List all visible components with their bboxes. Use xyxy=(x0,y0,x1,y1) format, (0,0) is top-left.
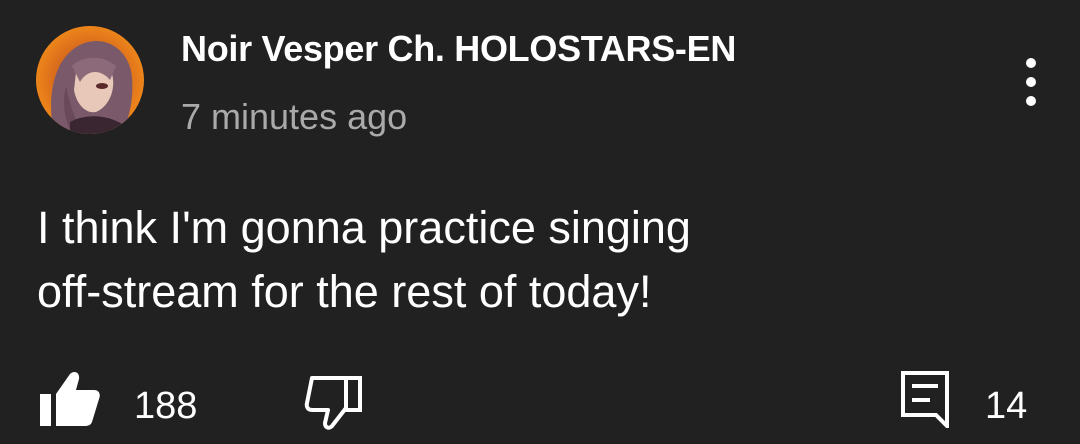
like-count: 188 xyxy=(134,385,198,427)
author-name[interactable]: Noir Vesper Ch. HOLOSTARS-EN xyxy=(181,28,736,70)
community-post: Noir Vesper Ch. HOLOSTARS-EN 7 minutes a… xyxy=(0,0,1080,444)
comment-icon[interactable] xyxy=(900,370,950,428)
channel-avatar[interactable] xyxy=(36,26,144,134)
thumbs-down-icon[interactable] xyxy=(304,374,366,430)
thumbs-up-icon[interactable] xyxy=(38,370,102,428)
post-text: I think I'm gonna practice singing off-s… xyxy=(37,202,691,317)
more-vertical-icon[interactable] xyxy=(1010,52,1054,112)
reply-count: 14 xyxy=(985,385,1028,427)
post-timestamp[interactable]: 7 minutes ago xyxy=(181,96,407,138)
avatar-image xyxy=(51,41,133,134)
